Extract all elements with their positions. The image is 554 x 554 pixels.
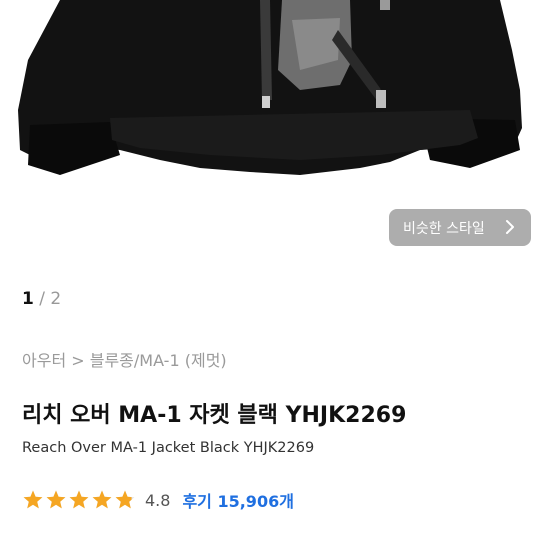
rating-row: 4.8 후기 15,906개 <box>22 486 294 514</box>
star-icon <box>46 490 66 509</box>
review-count-link[interactable]: 후기 15,906개 <box>182 488 293 512</box>
image-pager: 1 / 2 <box>22 289 61 309</box>
pager-total: 2 <box>50 289 62 309</box>
chevron-right-icon <box>506 220 514 234</box>
pager-separator: / <box>39 289 45 309</box>
star-icon <box>69 490 89 509</box>
star-rating <box>22 489 137 511</box>
star-icon <box>115 490 135 509</box>
product-image[interactable]: 비슷한 스타일 <box>0 0 554 270</box>
star-icon <box>23 490 43 509</box>
similar-style-label: 비슷한 스타일 <box>403 220 485 237</box>
similar-style-button[interactable]: 비슷한 스타일 <box>389 209 531 246</box>
pager-current: 1 <box>22 289 34 309</box>
breadcrumb[interactable]: 아우터 > 블루종/MA-1 (제멋) <box>22 347 227 371</box>
rating-score: 4.8 <box>145 490 171 510</box>
product-title: 리치 오버 MA-1 자켓 블랙 YHJK2269 <box>22 403 407 428</box>
product-subtitle: Reach Over MA-1 Jacket Black YHJK2269 <box>22 440 315 456</box>
star-icon <box>92 490 112 509</box>
